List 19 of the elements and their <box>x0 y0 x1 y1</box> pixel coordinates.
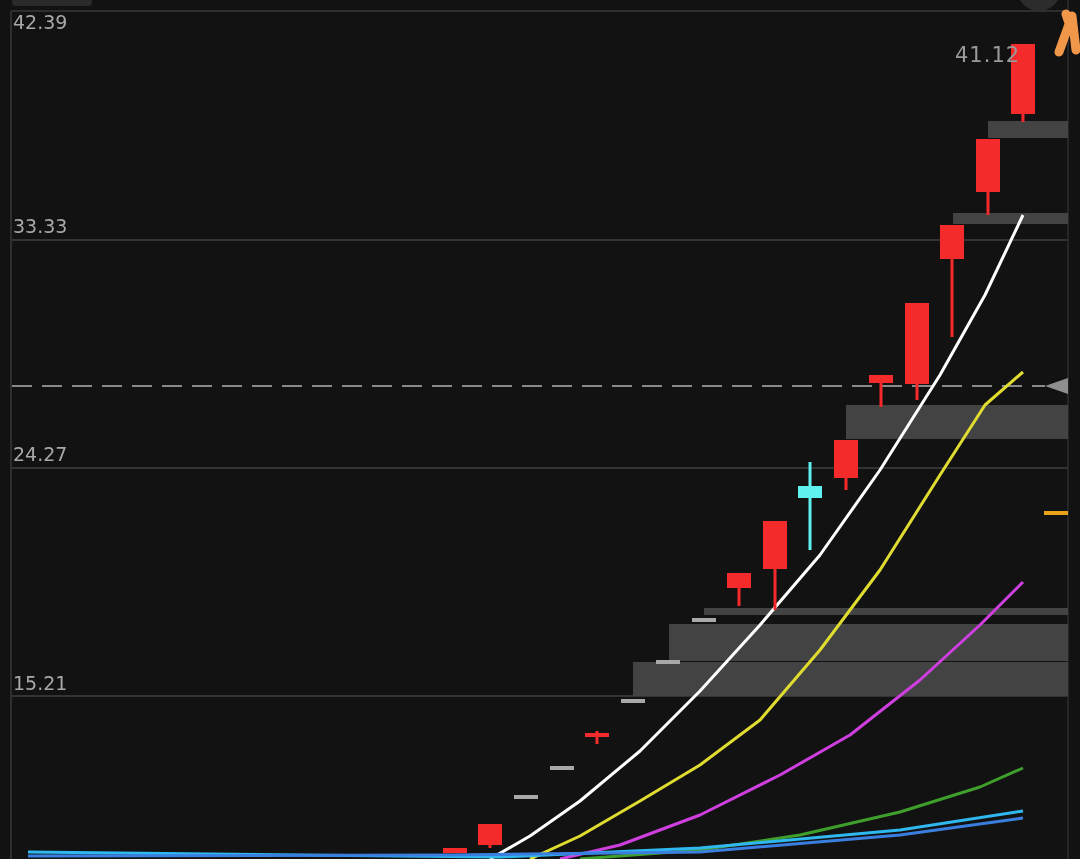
axis-label: 33.33 <box>13 215 68 237</box>
figure-icon <box>1054 9 1080 57</box>
candlestick <box>692 618 716 622</box>
axis-label: 15.21 <box>13 672 68 694</box>
price-marker-icon <box>1045 378 1068 394</box>
price-tick-mark <box>1044 511 1068 515</box>
candlestick <box>621 699 645 703</box>
axis-label: 24.27 <box>13 443 68 465</box>
candlestick <box>585 731 609 744</box>
candlestick <box>443 848 467 853</box>
candlestick <box>514 795 538 799</box>
round-button-shape[interactable] <box>1020 0 1058 11</box>
candlestick <box>834 440 858 490</box>
candlestick <box>869 375 893 407</box>
candlestick <box>550 766 574 770</box>
axis-label: 42.39 <box>13 11 68 33</box>
candlestick <box>727 573 751 606</box>
candlestick <box>656 660 680 664</box>
candlestick <box>478 824 502 848</box>
